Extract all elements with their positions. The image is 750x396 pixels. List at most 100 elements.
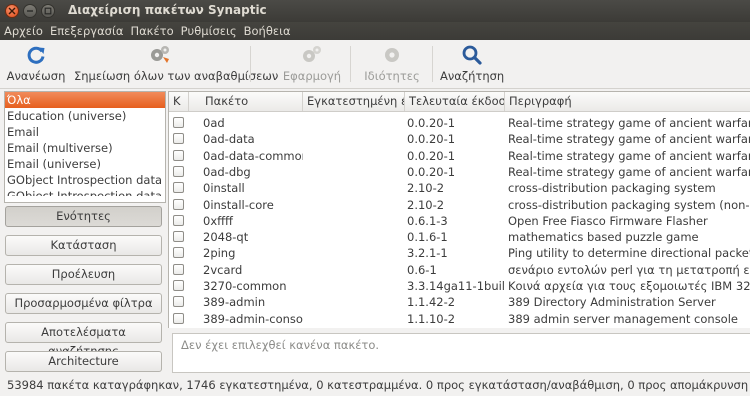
toolbar-separator xyxy=(432,46,433,82)
package-checkbox[interactable] xyxy=(173,214,184,226)
minimize-button[interactable] xyxy=(23,4,37,18)
reload-button[interactable]: Ανανέωση xyxy=(4,42,68,86)
package-latest-version: 0.0.20-1 xyxy=(407,116,456,130)
package-name: 389-admin xyxy=(203,295,266,310)
package-name: 389-admin-console xyxy=(203,311,303,326)
package-checkbox[interactable] xyxy=(173,231,184,243)
toolbar: Ανανέωση Σημείωση όλων των αναβαθμίσεων … xyxy=(0,40,750,89)
package-description: Κοινά αρχεία για τους εξομοιωτές IBM 327… xyxy=(508,279,750,293)
reload-icon xyxy=(27,46,45,64)
column-installed-header[interactable]: Εγκατεστημένη έκ xyxy=(303,92,405,111)
gears-apply-icon xyxy=(303,46,321,62)
package-checkbox[interactable] xyxy=(173,149,184,161)
package-name: 3270-common xyxy=(203,279,287,293)
search-button[interactable]: Αναζήτηση xyxy=(440,42,504,86)
category-item[interactable]: GObject Introspection data (u xyxy=(5,188,165,196)
package-latest-version: 3.3.14ga11-1build1 xyxy=(407,279,505,293)
table-row[interactable]: 0ad 0.0.20-1 Real-time strategy game of an… xyxy=(169,115,750,131)
package-checkbox[interactable] xyxy=(173,198,184,210)
search-icon xyxy=(462,45,482,65)
package-latest-version: 0.1.6-1 xyxy=(407,230,448,245)
close-button[interactable] xyxy=(5,4,19,18)
package-description: mathematics based puzzle game xyxy=(508,230,699,245)
table-row[interactable]: 0install 2.10-2 cross-distribution packagi… xyxy=(169,180,750,196)
description-pane: Δεν έχει επιλεχθεί κανένα πακέτο. xyxy=(172,333,750,373)
filter-architecture-button[interactable]: Architecture xyxy=(5,351,162,372)
table-row[interactable]: 389-admin-console 1.1.10-2 389 admin serve… xyxy=(169,311,750,327)
filter-origin-button[interactable]: Προέλευση xyxy=(5,264,162,285)
package-checkbox[interactable] xyxy=(173,280,184,291)
table-row[interactable]: 2vcard 0.6-1 σενάριο εντολών perl για τη μ… xyxy=(169,262,750,278)
package-description: Real-time strategy game of ancient warfa… xyxy=(508,116,750,130)
package-checkbox[interactable] xyxy=(173,263,184,275)
gear-properties-icon xyxy=(385,48,399,62)
table-row[interactable]: 0install-core 2.10-2 cross-distribution pa… xyxy=(169,197,750,213)
filter-custom-button[interactable]: Προσαρμοσμένα φίλτρα xyxy=(5,293,162,314)
package-name: 0xffff xyxy=(203,213,233,228)
package-name: 0ad-data xyxy=(203,132,255,147)
toolbar-separator xyxy=(250,46,251,82)
table-row[interactable]: 0ad-dbg 0.0.20-1 Real-time strategy game o… xyxy=(169,164,750,180)
table-row[interactable]: 389-admin 1.1.42-2 389 Directory Administr… xyxy=(169,294,750,310)
package-latest-version: 0.0.20-1 xyxy=(407,164,456,179)
mark-all-upgrades-button[interactable]: Σημείωση όλων των αναβαθμίσεων xyxy=(74,42,278,86)
package-description: Real-time strategy game of ancient warfa… xyxy=(508,148,750,163)
table-row[interactable]: 3270-common 3.3.14ga11-1build1Κοινά αρχεί… xyxy=(169,278,750,294)
package-checkbox[interactable] xyxy=(173,165,184,177)
package-description: Real-time strategy game of ancient warfa… xyxy=(508,164,750,179)
search-label: Αναζήτηση xyxy=(440,69,505,83)
package-latest-version: 0.0.20-1 xyxy=(407,132,456,147)
category-item[interactable]: Email xyxy=(5,124,165,140)
filter-status-button[interactable]: Κατάσταση xyxy=(5,235,162,256)
menu-file[interactable]: Αρχείο xyxy=(0,22,46,40)
package-latest-version: 3.2.1-1 xyxy=(407,246,448,261)
column-latest-header[interactable]: Τελευταία έκδοση xyxy=(405,92,505,111)
menu-edit[interactable]: Επεξεργασία xyxy=(46,22,126,40)
window-controls xyxy=(5,4,55,18)
toolbar-separator xyxy=(350,46,351,82)
package-latest-version: 0.6.1-3 xyxy=(407,213,448,228)
category-item[interactable]: Education (universe) xyxy=(5,108,165,124)
package-checkbox[interactable] xyxy=(173,182,184,194)
maximize-button[interactable] xyxy=(41,4,55,18)
table-row[interactable]: 0ad-data 0.0.20-1 Real-time strategy game … xyxy=(169,131,750,147)
package-checkbox[interactable] xyxy=(173,296,184,308)
filter-sections-button[interactable]: Ενότητες xyxy=(5,206,162,227)
category-item[interactable]: GObject Introspection data xyxy=(5,172,165,188)
close-icon xyxy=(8,7,16,15)
minimize-icon xyxy=(27,10,33,12)
table-row[interactable]: 0ad-data-common 0.0.20-1 Real-time strateg… xyxy=(169,148,750,164)
package-description: cross-distribution packaging system (non… xyxy=(508,197,750,212)
category-list: Όλα Education (universe) Email Email (mu… xyxy=(4,91,166,203)
package-description: 389 Directory Administration Server xyxy=(508,295,716,310)
package-name: 0ad-data-common xyxy=(203,148,303,163)
menu-settings[interactable]: Ρυθμίσεις xyxy=(177,22,240,40)
category-item-all[interactable]: Όλα xyxy=(5,92,165,108)
filter-search-results-button[interactable]: Αποτελέσματα αναζήτησης xyxy=(5,322,162,358)
menu-help[interactable]: Βοήθεια xyxy=(240,22,294,40)
apply-button[interactable]: Εφαρμογή xyxy=(279,42,345,86)
package-latest-version: 0.6-1 xyxy=(407,262,437,277)
properties-button[interactable]: Ιδιότητες xyxy=(360,42,424,86)
package-checkbox[interactable] xyxy=(173,133,184,145)
reload-label: Ανανέωση xyxy=(6,69,66,83)
package-checkbox[interactable] xyxy=(173,247,184,259)
package-description: cross-distribution packaging system xyxy=(508,181,716,196)
package-latest-version: 0.0.20-1 xyxy=(407,148,456,163)
status-bar: 53984 πακέτα καταγράφηκαν, 1746 εγκατεστ… xyxy=(7,378,749,392)
package-description: 389 admin server management console xyxy=(508,311,738,326)
category-item[interactable]: Email (multiverse) xyxy=(5,140,165,156)
category-item[interactable]: Email (universe) xyxy=(5,156,165,172)
column-status-header[interactable]: Κ xyxy=(169,92,189,111)
package-name: 2vcard xyxy=(203,262,243,277)
table-row[interactable]: 2ping 3.2.1-1 Ping utility to determine di… xyxy=(169,245,750,261)
apply-label: Εφαρμογή xyxy=(282,69,342,83)
package-checkbox[interactable] xyxy=(173,117,184,128)
table-row[interactable]: 0xffff 0.6.1-3 Open Free Fiasco Firmware F… xyxy=(169,213,750,229)
package-name: 2048-qt xyxy=(203,230,249,245)
table-row[interactable]: 2048-qt 0.1.6-1 mathematics based puzzle g… xyxy=(169,229,750,245)
column-package-header[interactable]: Πακέτο xyxy=(201,92,303,111)
menu-package[interactable]: Πακέτο xyxy=(126,22,176,40)
package-checkbox[interactable] xyxy=(173,312,184,324)
column-description-header[interactable]: Περιγραφή xyxy=(505,92,750,111)
